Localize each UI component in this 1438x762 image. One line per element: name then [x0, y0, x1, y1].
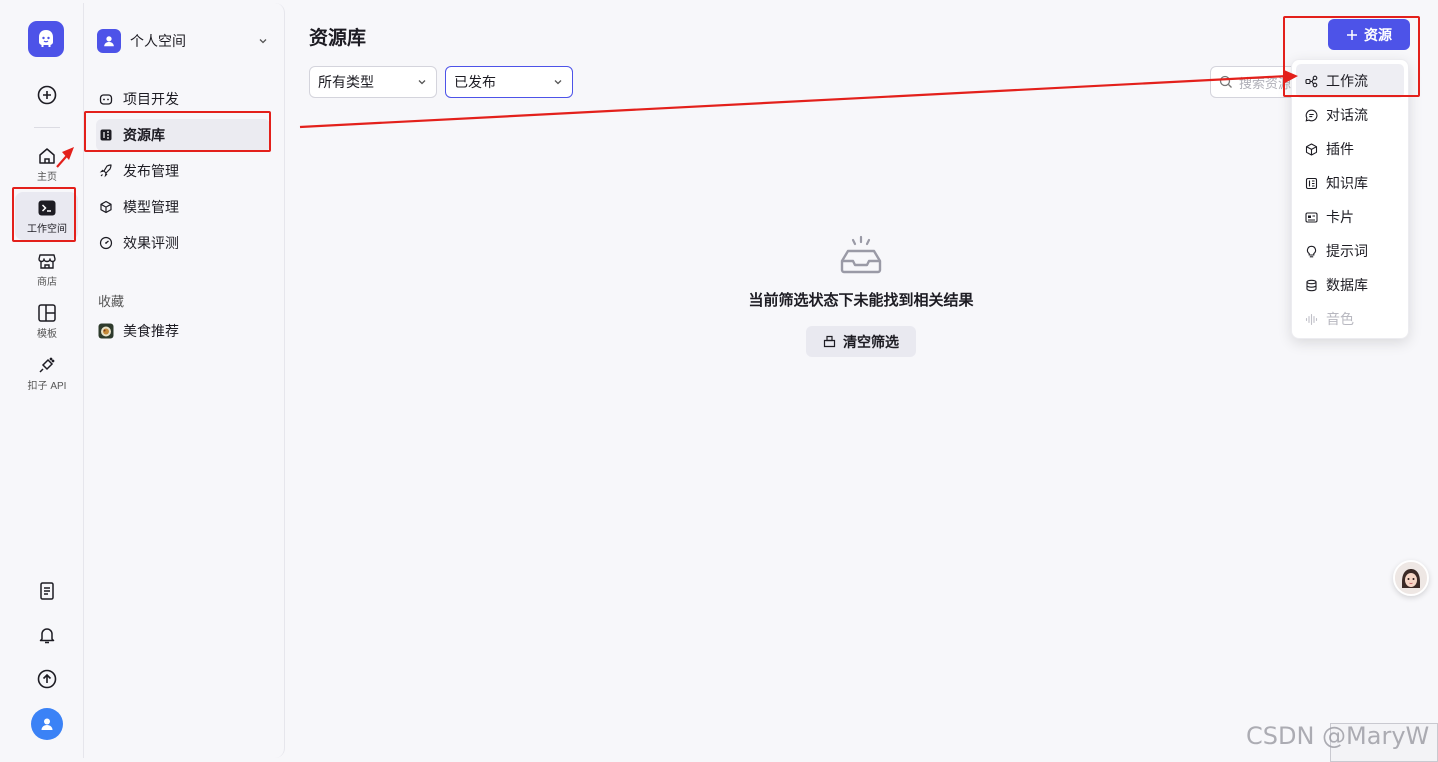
- notifications-button[interactable]: [10, 625, 84, 645]
- document-icon: [40, 582, 54, 600]
- sidebar-item-label: 效果评测: [123, 235, 179, 251]
- app-logo[interactable]: [28, 21, 64, 57]
- menu-item-knowledge[interactable]: 知识库: [1296, 166, 1404, 200]
- space-switcher[interactable]: 个人空间: [97, 27, 273, 55]
- assistant-avatar-button[interactable]: [1393, 560, 1429, 596]
- card-icon: [1304, 210, 1318, 224]
- prompt-icon: [1304, 244, 1318, 258]
- upgrade-button[interactable]: [10, 669, 84, 689]
- sidebar-item-label: 项目开发: [123, 91, 179, 107]
- menu-item-prompt[interactable]: 提示词: [1296, 234, 1404, 268]
- create-button[interactable]: [10, 85, 84, 105]
- favorite-item-label: 美食推荐: [123, 323, 179, 339]
- gauge-icon: [98, 235, 114, 251]
- layout-icon: [38, 304, 56, 322]
- sidebar-item-label: 模型管理: [123, 199, 179, 215]
- annotation-box-add-menu: [1283, 16, 1420, 97]
- add-resource-menu: 工作流 对话流 插件 知识库 卡片 提示词 数据库 音色: [1291, 59, 1409, 339]
- menu-item-label: 知识库: [1326, 175, 1368, 191]
- type-filter-select[interactable]: 所有类型: [309, 66, 437, 98]
- menu-item-voice[interactable]: 音色: [1296, 302, 1404, 336]
- knowledge-icon: [1304, 176, 1318, 190]
- clear-filters-label: 清空筛选: [843, 333, 899, 350]
- assistant-avatar-icon: [1395, 562, 1427, 594]
- favorites-title: 收藏: [98, 294, 125, 309]
- status-filter-select[interactable]: 已发布: [445, 66, 573, 98]
- rail-label: 模板: [37, 329, 57, 340]
- plug-icon: [39, 357, 55, 373]
- menu-item-card[interactable]: 卡片: [1296, 200, 1404, 234]
- rail-item-home[interactable]: 主页: [10, 146, 84, 183]
- logo-icon: [39, 30, 53, 47]
- sidebar-item-publish[interactable]: 发布管理: [96, 155, 270, 187]
- bell-icon: [39, 628, 55, 644]
- home-icon: [39, 148, 55, 164]
- food-avatar-icon: [98, 323, 114, 339]
- chevron-down-icon: [259, 39, 267, 44]
- rail-label: 主页: [37, 172, 57, 183]
- empty-message: 当前筛选状态下未能找到相关结果: [748, 292, 974, 309]
- chevron-down-icon: [554, 80, 562, 85]
- store-icon: [38, 254, 56, 269]
- app-window: 主页 工作空间 商店 模板 扣子 API 个人空间 项目开发 资源库 发布管理 …: [0, 0, 1438, 762]
- rail-item-store[interactable]: 商店: [10, 251, 84, 288]
- voice-icon: [1304, 312, 1318, 326]
- menu-item-label: 数据库: [1326, 277, 1368, 293]
- icon-rail: 主页 工作空间 商店 模板 扣子 API: [10, 3, 84, 758]
- arrow-up-circle-icon: [37, 669, 57, 689]
- user-avatar-button[interactable]: [10, 708, 84, 740]
- clear-filters-button[interactable]: 清空筛选: [806, 326, 916, 357]
- clear-icon: [823, 335, 836, 348]
- user-icon: [41, 718, 53, 730]
- favorite-item[interactable]: 美食推荐: [96, 315, 270, 347]
- sidebar-item-label: 发布管理: [123, 163, 179, 179]
- chatflow-icon: [1304, 108, 1318, 122]
- rail-label: 商店: [37, 277, 57, 288]
- status-filter-value: 已发布: [454, 74, 496, 90]
- cube-icon: [98, 199, 114, 215]
- user-icon: [104, 36, 114, 47]
- robot-icon: [98, 91, 114, 107]
- space-avatar: [97, 29, 121, 53]
- page-title: 资源库: [309, 28, 367, 49]
- rocket-icon: [98, 163, 114, 179]
- annotation-box-resources: [84, 111, 271, 152]
- menu-item-chatflow[interactable]: 对话流: [1296, 98, 1404, 132]
- rail-label: 扣子 API: [27, 381, 67, 392]
- space-name: 个人空间: [130, 33, 186, 49]
- docs-button[interactable]: [10, 581, 84, 601]
- empty-state: 当前筛选状态下未能找到相关结果 清空筛选: [286, 235, 1436, 357]
- sidebar-item-models[interactable]: 模型管理: [96, 191, 270, 223]
- menu-item-plugin[interactable]: 插件: [1296, 132, 1404, 166]
- avatar: [31, 708, 63, 740]
- menu-item-label: 卡片: [1326, 209, 1354, 225]
- search-icon: [1219, 75, 1232, 88]
- chevron-down-icon: [418, 80, 426, 85]
- annotation-box-workspace: [12, 187, 76, 242]
- database-icon: [1304, 278, 1318, 292]
- rail-item-templates[interactable]: 模板: [10, 303, 84, 340]
- main-content: 资源库 所有类型 已发布 搜索资源 资源 当前筛选状态下未能找到相关结果 清空筛…: [286, 3, 1436, 758]
- empty-inbox-icon: [840, 235, 882, 274]
- menu-item-label: 插件: [1326, 141, 1354, 157]
- rail-divider: [34, 127, 60, 128]
- menu-item-label: 音色: [1326, 311, 1354, 327]
- menu-item-label: 提示词: [1326, 243, 1368, 259]
- rail-item-api[interactable]: 扣子 API: [10, 355, 84, 392]
- watermark: CSDN @MaryW: [1246, 722, 1430, 750]
- sidebar-item-evaluation[interactable]: 效果评测: [96, 227, 270, 259]
- plus-circle-icon: [37, 85, 57, 105]
- menu-item-database[interactable]: 数据库: [1296, 268, 1404, 302]
- menu-item-label: 对话流: [1326, 107, 1368, 123]
- plugin-icon: [1304, 142, 1318, 156]
- type-filter-value: 所有类型: [318, 74, 374, 90]
